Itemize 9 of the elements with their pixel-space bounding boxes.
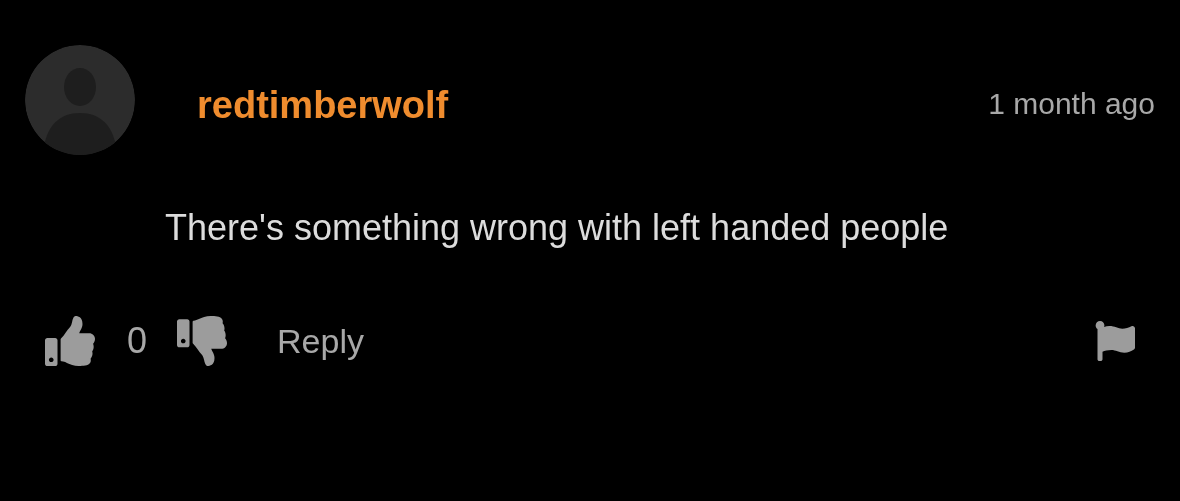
username[interactable]: redtimberwolf: [197, 83, 449, 127]
timestamp: 1 month ago: [988, 87, 1155, 121]
reply-link[interactable]: Reply: [277, 321, 364, 361]
thumbs-up-icon[interactable]: [45, 316, 95, 366]
flag-icon[interactable]: [1095, 321, 1135, 361]
comment-text: There's something wrong with left handed people: [165, 206, 950, 250]
thumbs-down-icon[interactable]: [177, 316, 228, 366]
avatar-icon: [25, 45, 135, 155]
like-count: 0: [127, 320, 148, 362]
